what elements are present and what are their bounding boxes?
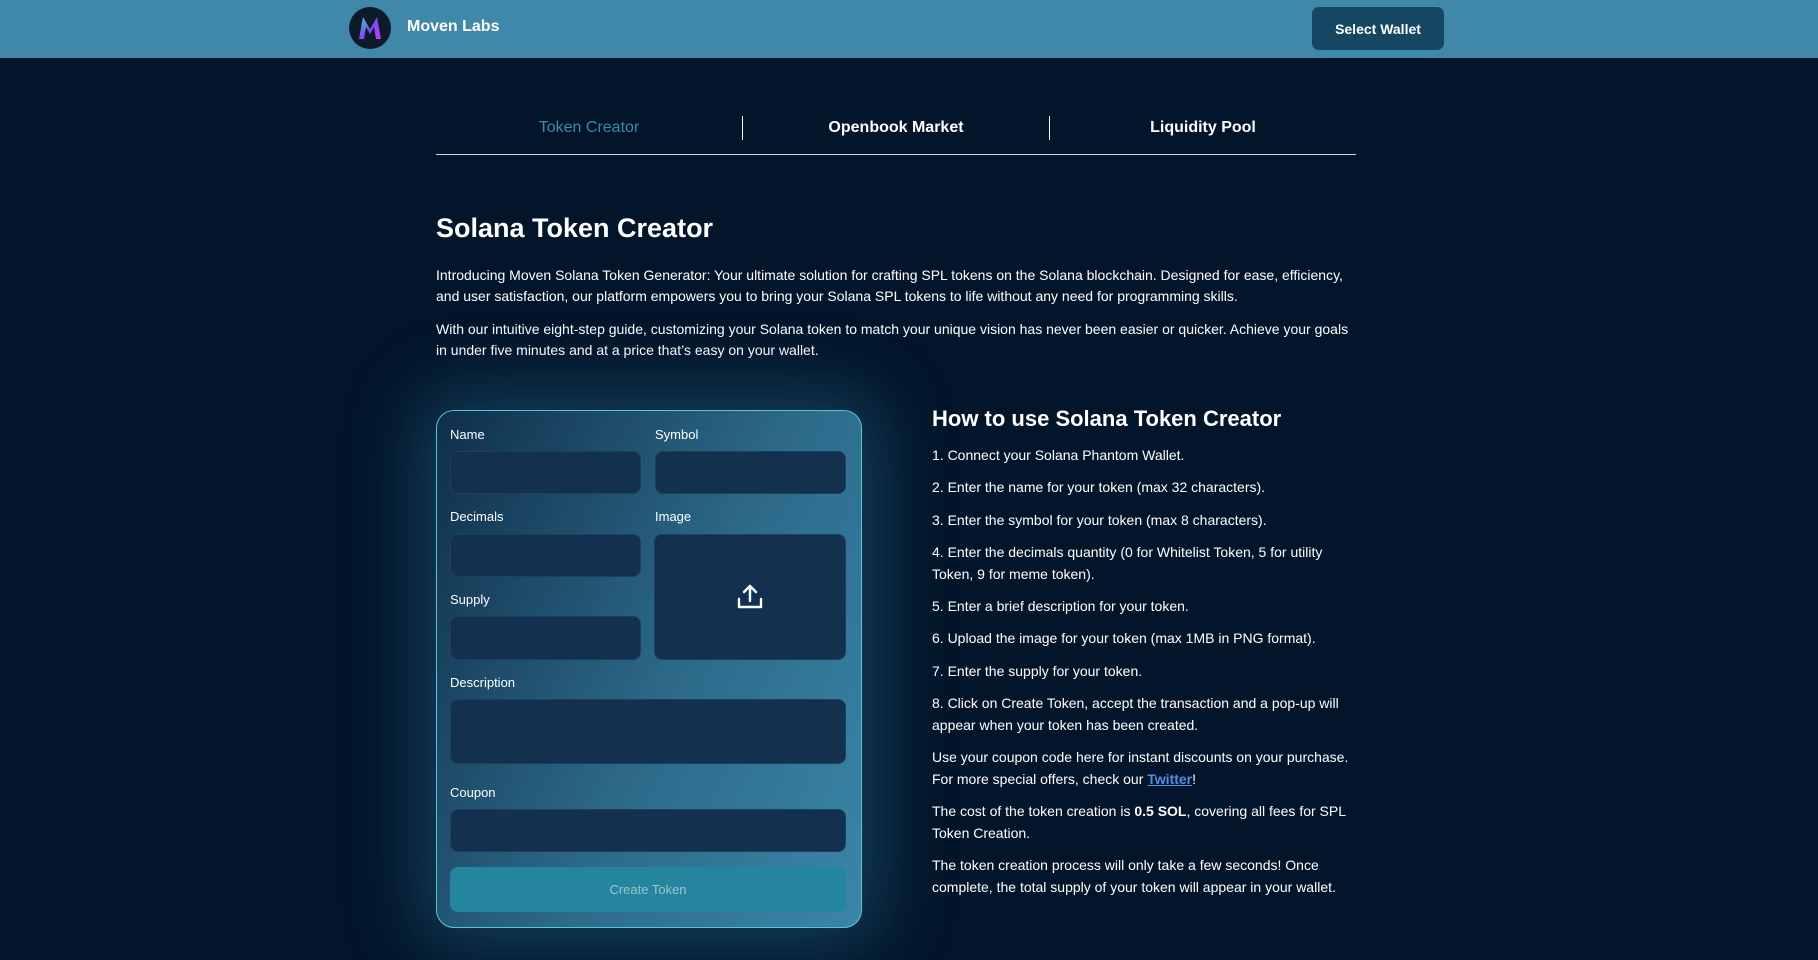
top-header: Moven Labs Select Wallet	[0, 0, 1818, 58]
howto-step: 3. Enter the symbol for your token (max …	[932, 512, 1267, 528]
symbol-input[interactable]	[655, 451, 846, 494]
howto-step: 8. Click on Create Token, accept the tra…	[932, 695, 1339, 733]
tab-bar: Token Creator Openbook Market Liquidity …	[436, 114, 1356, 155]
howto-step: 6. Upload the image for your token (max …	[932, 630, 1316, 646]
name-input[interactable]	[450, 451, 641, 494]
intro-paragraph-1: Introducing Moven Solana Token Generator…	[436, 267, 1343, 304]
cost-prefix: The cost of the token creation is	[932, 803, 1135, 819]
howto-step: 4. Enter the decimals quantity (0 for Wh…	[932, 544, 1323, 582]
supply-label: Supply	[450, 592, 490, 607]
process-note: The token creation process will only tak…	[932, 857, 1336, 895]
tab-liquidity-pool[interactable]: Liquidity Pool	[1050, 114, 1356, 154]
select-wallet-button[interactable]: Select Wallet	[1312, 7, 1444, 50]
coupon-input[interactable]	[450, 809, 846, 852]
logo-m-icon	[359, 17, 381, 39]
symbol-label: Symbol	[655, 427, 699, 442]
howto-step: 5. Enter a brief description for your to…	[932, 598, 1189, 614]
supply-input[interactable]	[450, 616, 641, 660]
howto-title: How to use Solana Token Creator	[932, 406, 1282, 431]
description-textarea[interactable]	[450, 699, 846, 764]
tab-token-creator[interactable]: Token Creator	[436, 114, 742, 154]
page-title: Solana Token Creator	[436, 213, 714, 243]
upload-icon	[737, 584, 763, 609]
howto-step: 2. Enter the name for your token (max 32…	[932, 479, 1266, 495]
coupon-note-text: Use your coupon code here for instant di…	[932, 749, 1349, 787]
name-label: Name	[450, 427, 485, 442]
howto-step: 1. Connect your Solana Phantom Wallet.	[932, 447, 1185, 463]
brand-name[interactable]: Moven Labs	[407, 18, 499, 36]
decimals-label: Decimals	[450, 509, 504, 524]
cost-note: The cost of the token creation is 0.5 SO…	[932, 800, 1362, 844]
twitter-link[interactable]: Twitter	[1147, 771, 1192, 787]
cost-value: 0.5 SOL	[1134, 803, 1187, 819]
howto-step: 7. Enter the supply for your token.	[932, 663, 1143, 679]
coupon-note: Use your coupon code here for instant di…	[932, 746, 1362, 790]
coupon-label: Coupon	[450, 785, 496, 800]
brand-logo[interactable]	[349, 7, 391, 49]
decimals-input[interactable]	[450, 534, 641, 577]
intro-paragraph-2: With our intuitive eight-step guide, cus…	[436, 321, 1349, 358]
create-token-button[interactable]: Create Token	[450, 867, 846, 912]
tab-openbook-market[interactable]: Openbook Market	[743, 114, 1049, 154]
coupon-note-end: !	[1192, 771, 1197, 787]
description-label: Description	[450, 675, 516, 690]
image-label: Image	[655, 509, 692, 524]
image-upload-dropzone[interactable]	[654, 534, 846, 660]
